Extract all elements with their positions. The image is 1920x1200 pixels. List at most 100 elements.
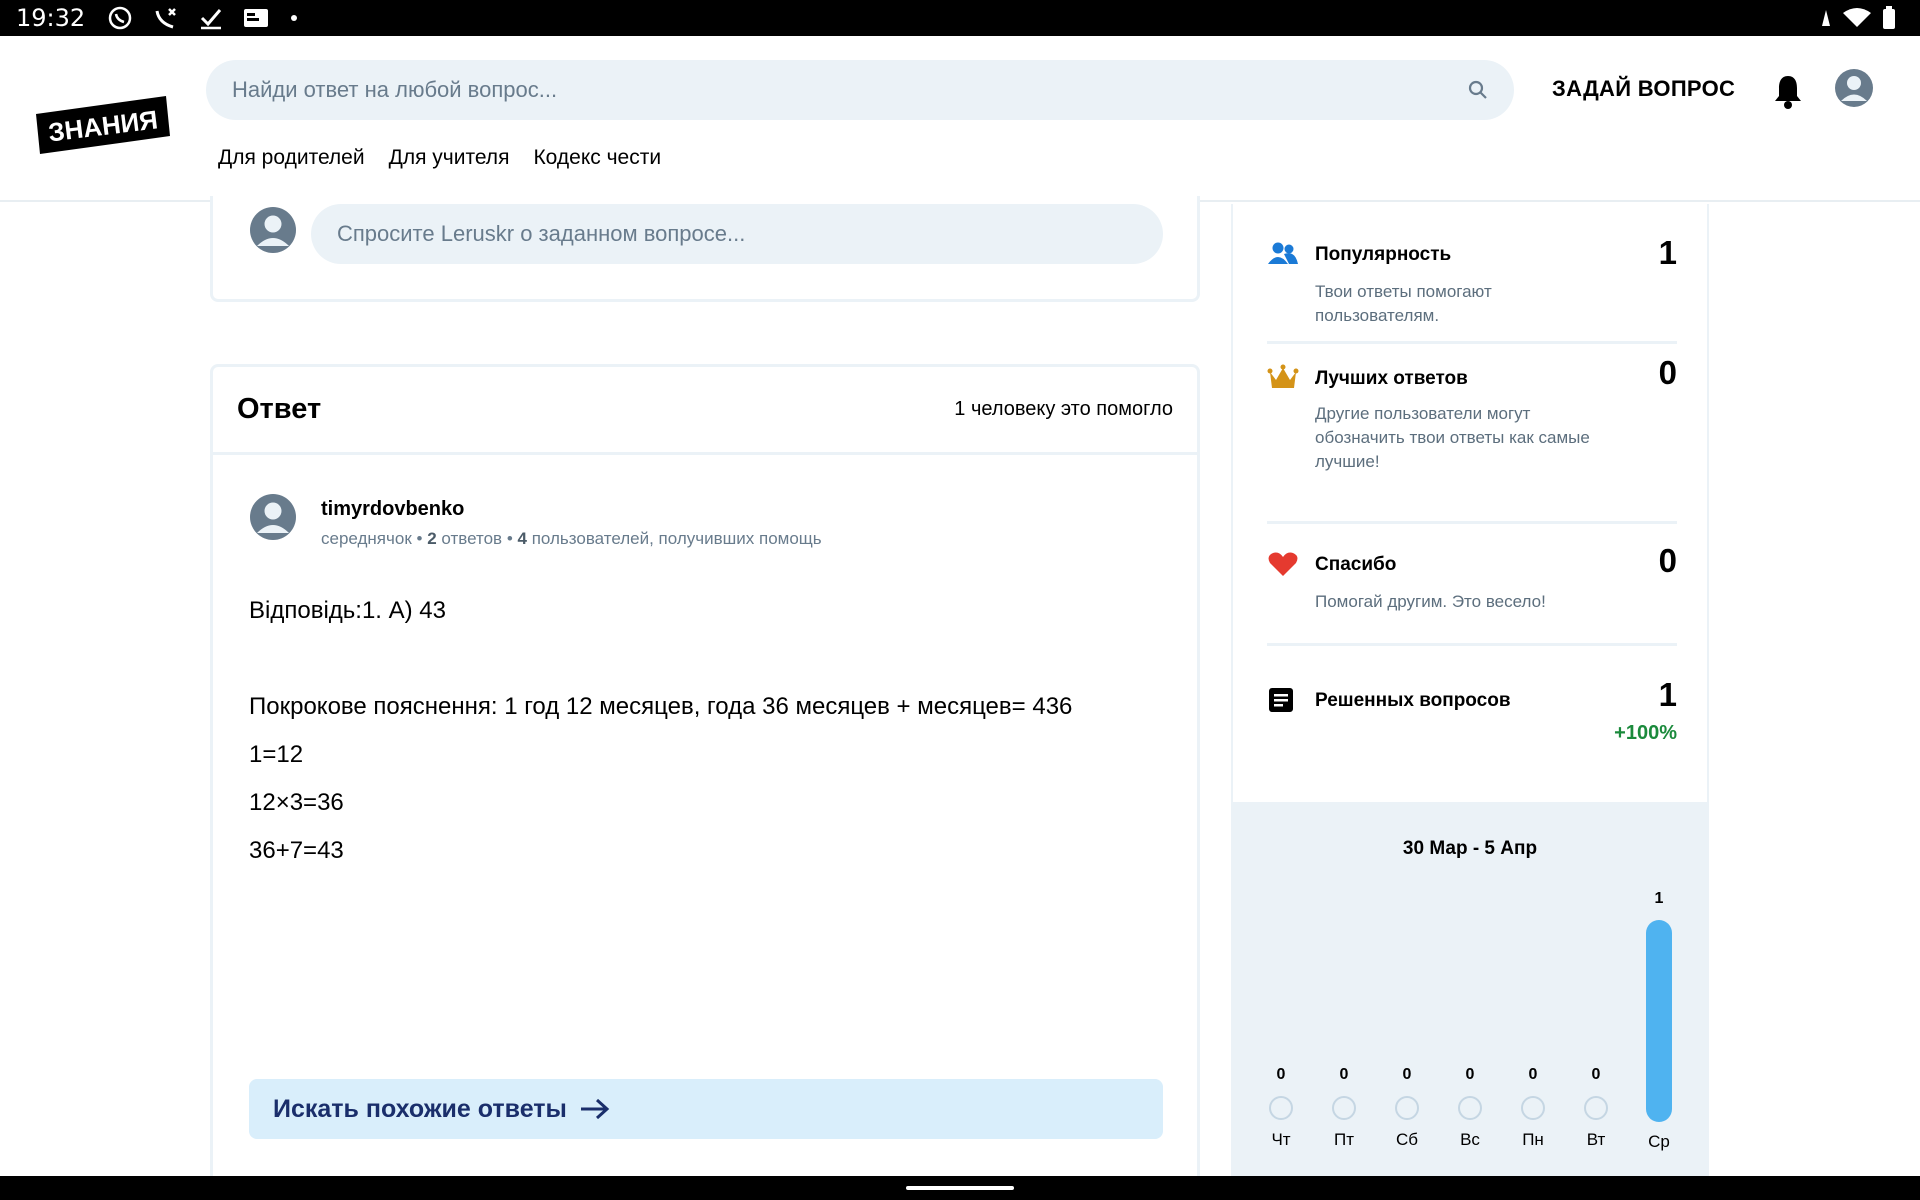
stat-value: 0 — [1658, 354, 1677, 391]
stat-thanks: Спасибо Помогай другим. Это весело! 0 — [1267, 526, 1677, 646]
users-icon — [1268, 242, 1298, 264]
stat-title: Решенных вопросов — [1315, 690, 1511, 711]
day-sun: 0 Вс — [1450, 1066, 1490, 1150]
weekly-activity: 30 Мар - 5 Апр 0 Чт 0 Пт 0 Сб 0 Вс 0 Пн … — [1231, 802, 1709, 1182]
crown-icon — [1267, 364, 1299, 388]
day-label: Чт — [1271, 1130, 1291, 1149]
day-wed-label: Ср — [1639, 1132, 1679, 1152]
day-count: 0 — [1465, 1066, 1475, 1083]
nav-honor-code-link[interactable]: Кодекс чести — [533, 146, 661, 170]
avatar — [250, 207, 296, 253]
day-marker — [1458, 1096, 1482, 1120]
author-meta: середнячок • 2 ответов • 4 пользователей… — [321, 529, 822, 548]
status-bar: 19:32 — [0, 0, 1920, 36]
day-marker — [1395, 1096, 1419, 1120]
day-thu: 0 Чт — [1261, 1066, 1301, 1150]
site-header: ЗНАНИЯ ЗАДАЙ ВОПРОС Для родителей Для уч… — [0, 36, 1920, 202]
author-rank: середнячок — [321, 529, 412, 548]
stat-value: 0 — [1658, 542, 1677, 579]
card-icon — [244, 9, 269, 27]
day-count: 0 — [1402, 1066, 1412, 1083]
answer-line: Відповідь:1. А) 43 — [249, 597, 446, 624]
find-similar-label: Искать похожие ответы — [273, 1094, 567, 1123]
stat-value: 1 — [1658, 234, 1677, 271]
day-tue: 0 Вт — [1576, 1066, 1616, 1150]
day-marker — [1332, 1096, 1356, 1120]
stat-popularity: Популярность Твои ответы помогают пользо… — [1267, 234, 1677, 344]
day-wed: 1 — [1639, 890, 1679, 908]
search-input[interactable] — [232, 77, 1452, 103]
stat-title: Лучших ответов — [1315, 368, 1468, 389]
znaniya-logo[interactable]: ЗНАНИЯ — [36, 96, 170, 154]
day-count: 0 — [1528, 1066, 1538, 1083]
system-nav-bar — [0, 1176, 1920, 1200]
day-label: Пт — [1333, 1130, 1354, 1149]
find-similar-button[interactable]: Искать похожие ответы — [249, 1079, 1163, 1139]
document-icon — [1269, 688, 1293, 712]
heart-icon — [1268, 552, 1298, 576]
day-marker — [1269, 1096, 1293, 1120]
bell-icon[interactable] — [1772, 72, 1804, 110]
battery-icon — [1883, 6, 1895, 29]
search-icon[interactable] — [1466, 78, 1490, 102]
stat-description: Другие пользователи могут обозначить тво… — [1315, 404, 1590, 471]
author-avatar[interactable] — [249, 493, 297, 541]
answer-card: Ответ 1 человеку это помогло timyrdovben… — [210, 364, 1200, 1200]
helped-count: 1 человеку это помогло — [954, 398, 1173, 420]
day-marker — [1584, 1096, 1608, 1120]
stat-title: Популярность — [1315, 244, 1452, 265]
answer-line — [249, 635, 1072, 683]
stat-solved-questions: Решенных вопросов 1 +100% — [1267, 666, 1677, 776]
search-bar — [206, 60, 1514, 120]
answer-header: Ответ 1 человеку это помогло — [213, 367, 1197, 455]
arrow-right-icon — [580, 1098, 610, 1120]
day-bar-wed — [1646, 920, 1672, 1122]
day-count: 0 — [1276, 1066, 1286, 1083]
wifi-icon — [1843, 8, 1871, 27]
ask-question-button[interactable]: ЗАДАЙ ВОПРОС — [1552, 76, 1735, 102]
vibrate-icon — [1822, 10, 1830, 26]
viber-icon — [108, 6, 132, 30]
day-label: Вт — [1586, 1130, 1606, 1149]
day-label: Сб — [1395, 1130, 1418, 1149]
day-count: 1 — [1654, 890, 1664, 907]
stat-description: Помогай другим. Это весело! — [1315, 592, 1546, 611]
ask-author-input[interactable]: Спросите Leruskr о заданном вопросе... — [311, 204, 1163, 264]
author-helped-count: 4 — [517, 529, 527, 548]
author-name[interactable]: timyrdovbenko — [321, 498, 464, 521]
check-icon — [201, 9, 222, 30]
status-time: 19:32 — [16, 4, 86, 32]
missed-call-icon — [155, 8, 177, 29]
dot-icon — [291, 15, 298, 21]
user-avatar[interactable] — [1834, 68, 1874, 108]
answer-line: 1=12 — [249, 741, 304, 768]
day-fri: 0 Пт — [1324, 1066, 1364, 1150]
day-count: 0 — [1591, 1066, 1601, 1083]
answer-body: Відповідь:1. А) 43 Покрокове пояснення: … — [249, 587, 1072, 875]
stat-description: Твои ответы помогают пользователям. — [1315, 282, 1492, 325]
stats-panel: Популярность Твои ответы помогают пользо… — [1231, 204, 1709, 804]
stat-title: Спасибо — [1315, 554, 1397, 575]
author-answers-label: ответов — [441, 529, 503, 548]
day-sat: 0 Сб — [1387, 1066, 1427, 1150]
home-gesture-handle[interactable] — [906, 1186, 1014, 1190]
answer-line: 36+7=43 — [249, 837, 344, 864]
top-nav: Для родителей Для учителя Кодекс чести — [218, 146, 661, 170]
answer-line: 12×3=36 — [249, 789, 344, 816]
day-marker — [1521, 1096, 1545, 1120]
nav-teachers-link[interactable]: Для учителя — [389, 146, 510, 170]
stat-value: 1 — [1658, 676, 1677, 713]
week-range: 30 Мар - 5 Апр — [1402, 838, 1538, 859]
stat-best-answers: Лучших ответов Другие пользователи могут… — [1267, 354, 1677, 524]
author-answers-count: 2 — [427, 529, 437, 548]
author-helped-label: пользователей, получивших помощь — [531, 529, 822, 548]
answer-title: Ответ — [237, 393, 322, 425]
answer-line: Покрокове пояснення: 1 год 12 месяцев, г… — [249, 693, 1073, 720]
nav-parents-link[interactable]: Для родителей — [218, 146, 365, 170]
ask-author-card: Спросите Leruskr о заданном вопросе... — [210, 196, 1200, 302]
day-label: Пн — [1522, 1130, 1544, 1149]
day-label: Ср — [1648, 1132, 1670, 1151]
day-label: Вс — [1460, 1130, 1480, 1149]
day-mon: 0 Пн — [1513, 1066, 1553, 1150]
day-count: 0 — [1339, 1066, 1349, 1083]
